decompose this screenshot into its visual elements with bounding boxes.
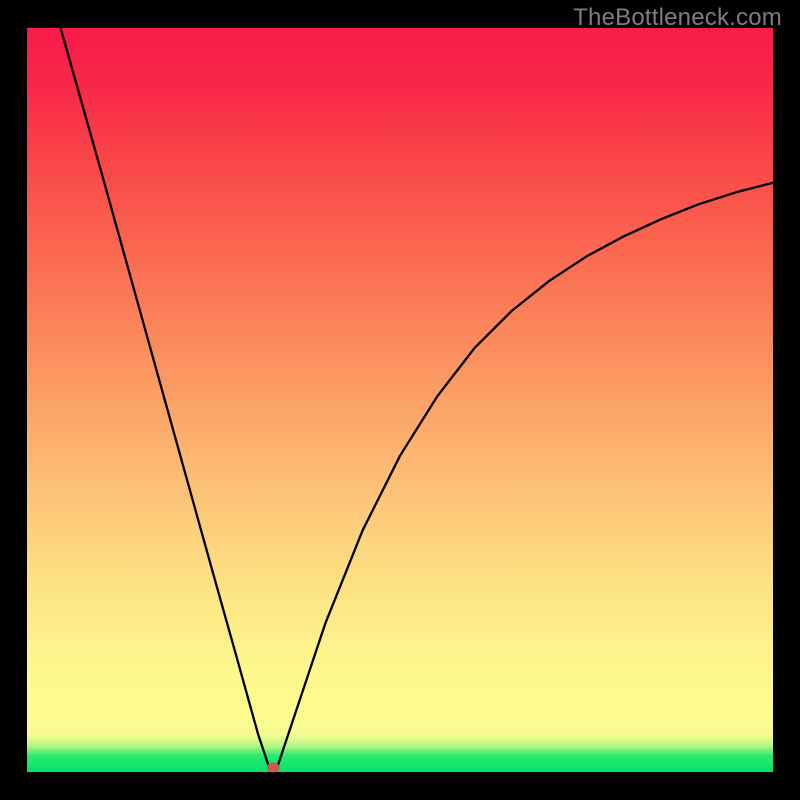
optimal-point-marker xyxy=(267,763,280,773)
curve-left-branch xyxy=(61,28,270,768)
curve-right-branch xyxy=(277,183,773,769)
watermark-text: TheBottleneck.com xyxy=(573,4,782,32)
bottleneck-curve xyxy=(27,28,773,772)
chart-frame: TheBottleneck.com xyxy=(0,0,800,800)
